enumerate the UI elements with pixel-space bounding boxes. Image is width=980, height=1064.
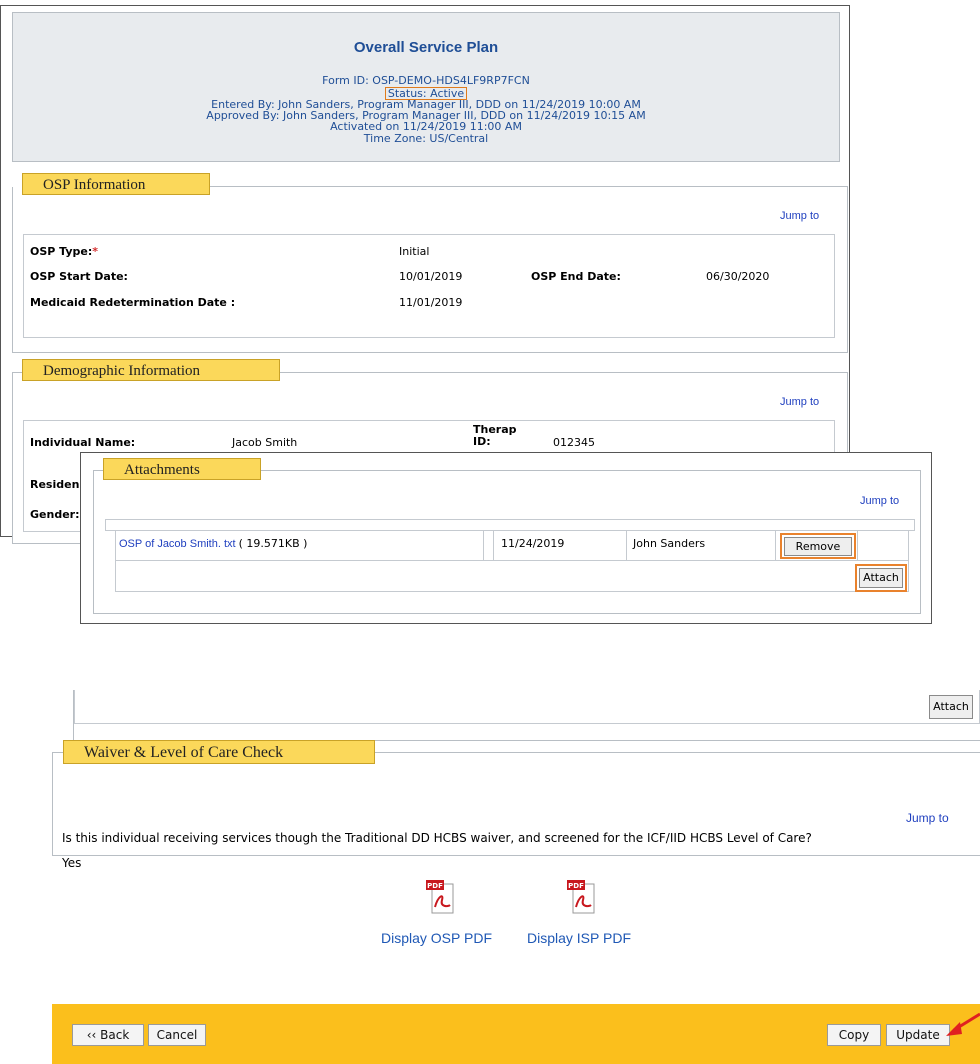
attachment-user: John Sanders [633, 537, 706, 550]
medicaid-redetermination-label: Medicaid Redetermination Date : [30, 296, 236, 309]
attachments-lower-fragment: Attach [73, 690, 980, 741]
required-marker: * [92, 245, 99, 258]
osp-information-legend: OSP Information [22, 173, 210, 195]
waiver-jump-to-link[interactable]: Jump to [906, 811, 949, 825]
osp-start-date-label: OSP Start Date: [30, 270, 128, 283]
osp-info-jump-to-link[interactable]: Jump to [780, 210, 819, 222]
osp-type-value: Initial [399, 245, 430, 258]
display-isp-pdf-link[interactable]: Display ISP PDF [527, 930, 631, 946]
attachments-jump-to-link[interactable]: Jump to [860, 495, 899, 507]
attach-button[interactable]: Attach [859, 568, 903, 588]
pdf-icon[interactable]: PDF [567, 880, 595, 914]
time-zone: Time Zone: US/Central [363, 132, 489, 145]
osp-end-date-value: 06/30/2020 [706, 270, 770, 283]
col-divider [493, 530, 494, 560]
attach-row-lower [74, 690, 980, 724]
col-divider [626, 530, 627, 560]
individual-name-value: Jacob Smith [232, 436, 298, 449]
footer-action-bar: ‹‹ Back Cancel Copy Update [52, 1004, 980, 1064]
page-title: Overall Service Plan [353, 39, 499, 56]
therap-id-value: 012345 [553, 436, 595, 449]
attachment-date: 11/24/2019 [501, 537, 565, 550]
col-divider [857, 530, 858, 560]
activated-on: Activated on 11/24/2019 11:00 AM [330, 120, 522, 133]
waiver-level-of-care-section: Jump to Is this individual receiving ser… [52, 752, 980, 870]
cancel-button[interactable]: Cancel [148, 1024, 206, 1046]
form-id: Form ID: OSP-DEMO-HDS4LF9RP7FCN [322, 74, 530, 87]
osp-end-date-label: OSP End Date: [531, 270, 621, 283]
waiver-answer: Yes [62, 856, 82, 870]
individual-name-label: Individual Name: [30, 436, 136, 449]
osp-type-label: OSP Type:* [30, 245, 99, 258]
demographic-jump-to-link[interactable]: Jump to [780, 396, 819, 408]
pdf-icon[interactable]: PDF [426, 880, 454, 914]
back-button[interactable]: ‹‹ Back [72, 1024, 144, 1046]
attachment-file-size: ( 19.571KB ) [238, 537, 308, 550]
therap-id-label: Therap ID: [473, 423, 517, 448]
arrow-pointer-icon [946, 1012, 980, 1036]
attach-row [115, 560, 909, 592]
waiver-legend: Waiver & Level of Care Check [63, 740, 375, 764]
attachment-file-link[interactable]: OSP of Jacob Smith. txt [119, 538, 236, 550]
attachments-legend: Attachments [103, 458, 261, 480]
svg-text:PDF: PDF [427, 882, 443, 890]
legend-gap [12, 186, 22, 187]
col-divider [775, 530, 776, 560]
pdf-links-area: PDF PDF Display OSP PDF Display ISP PDF [370, 880, 670, 980]
demographic-information-legend: Demographic Information [22, 359, 280, 381]
form-header: Overall Service Plan Form ID: OSP-DEMO-H… [12, 12, 840, 162]
gender-label: Gender: [30, 508, 80, 521]
residence-label: Residen [30, 478, 80, 491]
attachments-window: Attachments Jump to OSP of Jacob Smith. … [80, 452, 932, 624]
medicaid-redetermination-value: 11/01/2019 [399, 296, 463, 309]
osp-start-date-value: 10/01/2019 [399, 270, 463, 283]
remove-button[interactable]: Remove [784, 537, 852, 556]
display-osp-pdf-link[interactable]: Display OSP PDF [381, 930, 492, 946]
svg-text:PDF: PDF [568, 882, 584, 890]
col-divider [483, 530, 484, 560]
waiver-question: Is this individual receiving services th… [62, 831, 812, 845]
copy-button[interactable]: Copy [827, 1024, 881, 1046]
attachment-file-cell: OSP of Jacob Smith. txt ( 19.571KB ) [119, 537, 307, 550]
attach-button-lower[interactable]: Attach [929, 695, 973, 719]
